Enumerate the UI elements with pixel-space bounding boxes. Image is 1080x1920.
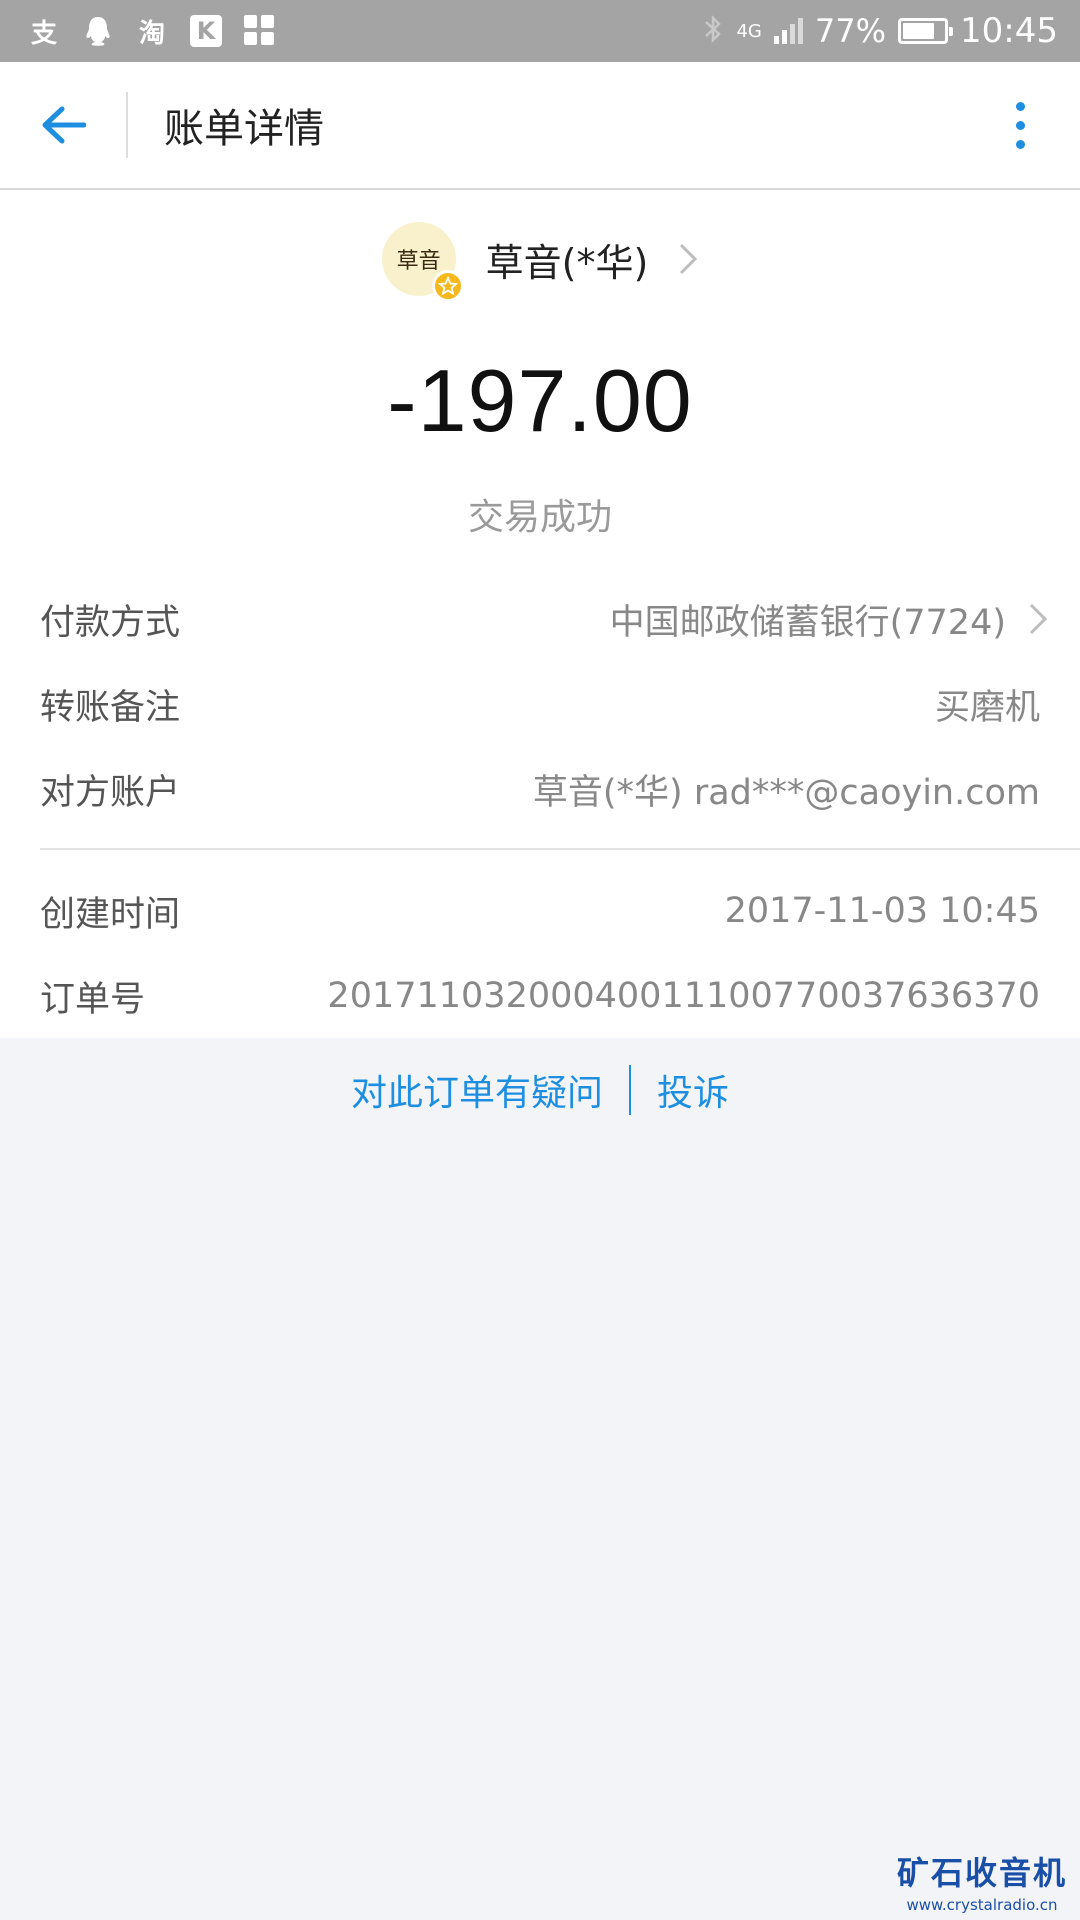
order-number-value: 20171103200040011100770037636370 <box>327 976 1040 1016</box>
order-number-label: 订单号 <box>40 979 146 1020</box>
grid-app-icon <box>244 15 276 47</box>
payment-method-value: 中国邮政储蓄银行(7724) <box>609 602 1006 643</box>
title-divider <box>126 92 128 158</box>
watermark-title: 矿石收音机 <box>896 1854 1067 1892</box>
battery-percent: 77% <box>814 12 887 50</box>
transfer-note-row: 转账备注 买磨机 <box>40 674 1040 734</box>
created-time-row: 创建时间 2017-11-03 10:45 <box>40 881 1040 941</box>
avatar-text: 草音 <box>396 249 441 274</box>
status-bar: 支 淘 K 4G 77% 10:45 <box>0 0 1080 62</box>
chevron-right-icon <box>1028 602 1048 636</box>
chevron-right-icon <box>678 242 698 276</box>
more-options-button[interactable] <box>960 61 1080 189</box>
alipay-icon: 支 <box>30 18 57 49</box>
section-divider <box>40 848 1080 850</box>
network-type: 4G <box>736 20 762 42</box>
system-indicators: 4G 77% 10:45 <box>702 11 1058 51</box>
created-time-value: 2017-11-03 10:45 <box>724 891 1040 931</box>
transfer-note-label: 转账备注 <box>40 687 181 728</box>
notification-icons: 支 淘 K <box>28 15 276 49</box>
transaction-status: 交易成功 <box>467 497 612 538</box>
payment-method-row[interactable]: 付款方式 中国邮政储蓄银行(7724) <box>40 589 1048 649</box>
payment-method-label: 付款方式 <box>40 602 181 643</box>
k-app-icon: K <box>190 15 222 47</box>
back-arrow-icon <box>42 106 86 144</box>
more-dots-icon <box>1015 101 1025 111</box>
merchant-name: 草音(*华) <box>485 240 649 285</box>
watermark-url: www.crystalradio.cn <box>906 1896 1058 1914</box>
star-badge-icon <box>431 270 464 302</box>
qq-icon <box>82 15 114 47</box>
counterparty-account-row: 对方账户 草音(*华) rad***@caoyin.com <box>40 759 1040 819</box>
signal-icon <box>773 18 803 44</box>
counterparty-account-value: 草音(*华) rad***@caoyin.com <box>532 772 1040 813</box>
footer-separator <box>629 1065 631 1115</box>
battery-icon <box>898 18 954 44</box>
clock: 10:45 <box>960 11 1058 51</box>
back-button[interactable] <box>0 61 126 189</box>
transaction-amount: -197.00 <box>387 351 693 450</box>
taobao-icon: 淘 <box>138 18 165 49</box>
merchant-avatar: 草音 <box>381 222 464 302</box>
counterparty-account-label: 对方账户 <box>40 772 181 813</box>
watermark: 矿石收音机 www.crystalradio.cn <box>892 1848 1072 1914</box>
created-time-label: 创建时间 <box>40 894 181 935</box>
merchant-row[interactable]: 草音 草音(*华) <box>0 218 1080 302</box>
battery-fill <box>903 23 934 39</box>
bluetooth-icon <box>702 13 724 49</box>
complain-link[interactable]: 投诉 <box>657 1064 729 1116</box>
order-question-link[interactable]: 对此订单有疑问 <box>351 1064 603 1116</box>
bill-detail-card: 草音 草音(*华) -197.00 交易成功 付款方式 中国邮政储蓄银行(772… <box>0 190 1080 1038</box>
page-title: 账单详情 <box>164 106 324 152</box>
transfer-note-value: 买磨机 <box>934 687 1040 728</box>
title-bar: 账单详情 <box>0 62 1080 190</box>
order-number-row: 订单号 20171103200040011100770037636370 <box>40 966 1040 1026</box>
footer-links: 对此订单有疑问 投诉 <box>0 1060 1080 1120</box>
